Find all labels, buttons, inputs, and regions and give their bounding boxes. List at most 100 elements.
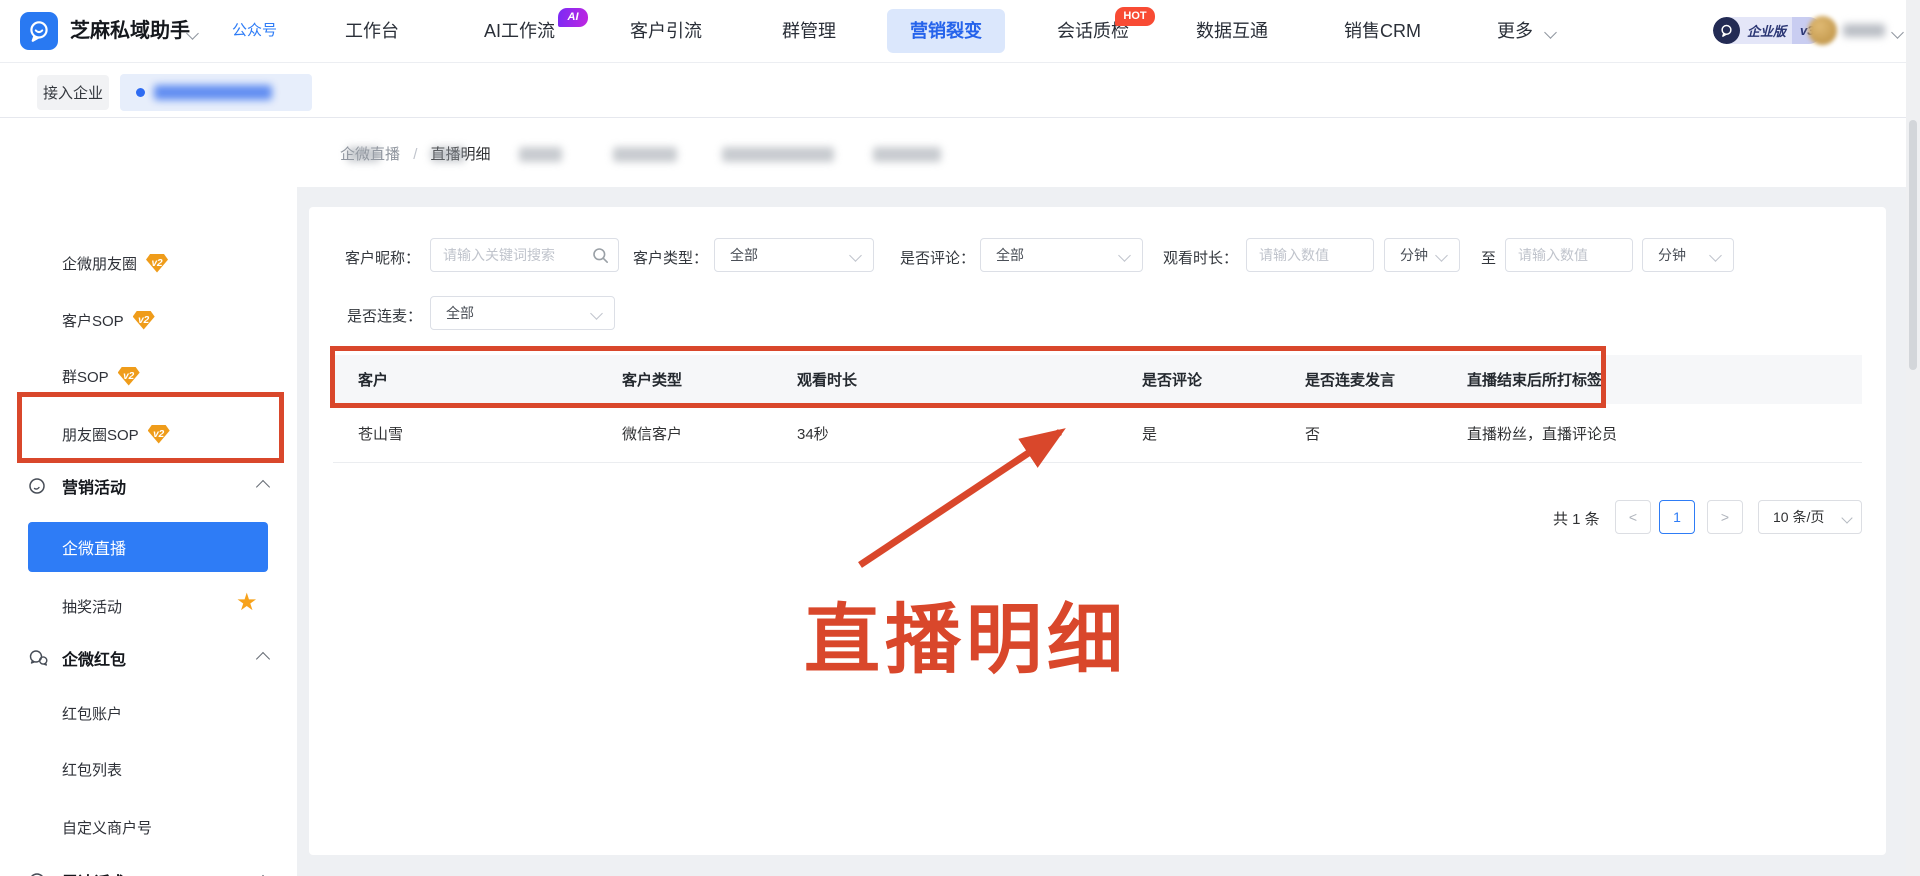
collapse-chevron-up-icon[interactable]	[255, 651, 271, 667]
redacted-tab[interactable]	[431, 147, 465, 162]
cell-mic-speech: 否	[1305, 404, 1467, 463]
nav-item-marketing-fission-active[interactable]: 营销裂变	[887, 9, 1005, 53]
cell-commented: 是	[1142, 404, 1305, 463]
cell-customer: 苍山雪	[333, 404, 622, 463]
nav-item-sales-crm[interactable]: 销售CRM	[1344, 0, 1421, 62]
sidebar-item-label: 红包列表	[62, 761, 123, 779]
sidebar-section-marketing-activity[interactable]: 营销活动	[28, 475, 126, 497]
official-account-link[interactable]: 公众号	[232, 0, 277, 62]
active-enterprise-tab[interactable]	[120, 74, 312, 111]
sidebar-item-redpacket-list[interactable]: 红包列表	[62, 758, 122, 780]
v2-badge-icon: v2	[132, 310, 155, 330]
sidebar: 企微朋友圈 v2 客户SOP v2 群SOP v2 朋友圈SOP v2 营销活动…	[0, 117, 297, 876]
page-size-select[interactable]: 10 条/页	[1758, 500, 1862, 534]
search-icon[interactable]	[592, 247, 609, 269]
unit-min-value: 分钟	[1400, 247, 1428, 263]
watch-max-unit-select[interactable]: 分钟	[1642, 238, 1734, 272]
edition-label: 企业版	[1747, 24, 1787, 39]
chevron-down-icon	[1841, 512, 1853, 524]
cell-tags-after-live: 直播粉丝，直播评论员	[1467, 404, 1862, 463]
user-name-redacted	[1843, 24, 1885, 37]
brand-title[interactable]: 芝麻私域助手	[70, 0, 190, 62]
chevron-down-icon	[590, 307, 603, 320]
mic-select[interactable]: 全部	[430, 296, 615, 330]
scrollbar-thumb[interactable]	[1909, 120, 1917, 370]
edition-chat-icon	[1713, 17, 1740, 44]
redacted-tab[interactable]	[519, 147, 562, 162]
pagination-prev-button[interactable]: <	[1615, 500, 1651, 534]
ai-badge: AI	[558, 8, 588, 27]
app-window: 芝麻私域助手 公众号 工作台 AI工作流 AI 客户引流 群管理 营销裂变 会话…	[0, 0, 1920, 876]
nav-item-data-interchange[interactable]: 数据互通	[1196, 0, 1268, 62]
sidebar-item-customer-sop[interactable]: 客户SOP v2	[62, 309, 155, 331]
watch-min-unit-select[interactable]: 分钟	[1384, 238, 1460, 272]
sidebar-section-wecom-redpacket[interactable]: 企微红包	[28, 647, 126, 669]
redacted-tab[interactable]	[613, 147, 677, 162]
comment-value: 全部	[996, 247, 1024, 263]
pagination-total: 共 1 条	[1553, 511, 1600, 528]
col-commented: 是否评论	[1142, 355, 1305, 404]
comment-select[interactable]: 全部	[980, 238, 1143, 272]
app-logo-icon	[20, 12, 58, 50]
redacted-tab[interactable]	[873, 147, 941, 162]
nav-item-session-qc[interactable]: 会话质检 HOT	[1057, 0, 1155, 62]
customer-type-select[interactable]: 全部	[714, 238, 874, 272]
range-to-label: 至	[1481, 250, 1497, 267]
redacted-tab[interactable]	[722, 147, 834, 162]
nav-item-ai-workflow[interactable]: AI工作流 AI	[484, 0, 588, 62]
col-mic-speech: 是否连麦发言	[1305, 355, 1467, 404]
sidebar-item-label: 群SOP	[62, 368, 109, 386]
comment-filter-label: 是否评论：	[900, 250, 976, 267]
circle-icon	[28, 872, 48, 876]
user-chevron-down-icon[interactable]	[1891, 26, 1904, 39]
sidebar-item-moments-sop[interactable]: 朋友圈SOP v2	[62, 423, 170, 445]
sidebar-section-radar-script[interactable]: 雷达话术	[28, 870, 126, 876]
breadcrumb-separator: /	[413, 146, 418, 163]
sidebar-section-label: 企微红包	[62, 652, 127, 669]
star-icon: ★	[236, 589, 258, 616]
customer-type-filter-label: 客户类型：	[633, 250, 709, 267]
v2-badge-icon: v2	[147, 424, 170, 444]
secondary-tabbar: 接入企业	[0, 62, 1920, 162]
active-tab-redacted-label	[154, 85, 272, 100]
nav-item-customer-acquisition[interactable]: 客户引流	[630, 0, 702, 62]
pagination-next-button[interactable]: >	[1707, 500, 1743, 534]
customer-type-value: 全部	[730, 247, 758, 263]
sidebar-item-custom-merchant[interactable]: 自定义商户号	[62, 816, 152, 838]
pagination-page-1-button[interactable]: 1	[1659, 500, 1695, 534]
sidebar-item-label: 自定义商户号	[62, 819, 153, 837]
sidebar-section-label: 雷达话术	[62, 869, 126, 876]
sidebar-item-redpacket-account[interactable]: 红包账户	[62, 702, 122, 724]
watch-max-input[interactable]	[1506, 239, 1628, 271]
user-avatar[interactable]	[1808, 16, 1837, 45]
sidebar-item-wecom-live-selected[interactable]: 企微直播	[28, 522, 268, 572]
sidebar-item-group-sop[interactable]: 群SOP v2	[62, 365, 140, 387]
mic-filter-label: 是否连麦：	[347, 308, 423, 325]
nickname-search-box	[430, 238, 619, 272]
sidebar-item-lottery-activity[interactable]: 抽奖活动	[62, 595, 122, 617]
nickname-search-input[interactable]	[431, 239, 618, 271]
col-customer: 客户	[333, 355, 622, 404]
cell-watch-duration: 34秒	[797, 404, 1142, 463]
cell-customer-type: 微信客户	[622, 404, 797, 463]
watch-min-box	[1246, 238, 1374, 272]
collapse-chevron-up-icon[interactable]	[255, 479, 271, 495]
sidebar-section-label: 营销活动	[62, 480, 127, 497]
col-customer-type: 客户类型	[622, 355, 797, 404]
active-tab-dot-icon	[136, 88, 145, 97]
nav-item-group-management[interactable]: 群管理	[782, 0, 836, 62]
watch-max-box	[1505, 238, 1633, 272]
vertical-scrollbar[interactable]	[1906, 0, 1920, 876]
chevron-down-icon	[1435, 249, 1448, 262]
redacted-tab[interactable]	[347, 147, 380, 162]
watch-min-input[interactable]	[1247, 239, 1369, 271]
nav-item-workbench[interactable]: 工作台	[345, 0, 399, 62]
nav-item-more[interactable]: 更多	[1497, 0, 1557, 62]
nav-item-more-label: 更多	[1497, 21, 1533, 41]
sidebar-item-label: 朋友圈SOP	[62, 426, 139, 444]
live-detail-table: 客户 客户类型 观看时长 是否评论 是否连麦发言 直播结束后所打标签 苍山雪 微…	[333, 355, 1862, 463]
connect-enterprise-button[interactable]: 接入企业	[37, 75, 109, 110]
mic-value: 全部	[446, 305, 474, 321]
sidebar-item-wecom-moments[interactable]: 企微朋友圈 v2	[62, 252, 169, 274]
table-header-row: 客户 客户类型 观看时长 是否评论 是否连麦发言 直播结束后所打标签	[333, 355, 1862, 404]
